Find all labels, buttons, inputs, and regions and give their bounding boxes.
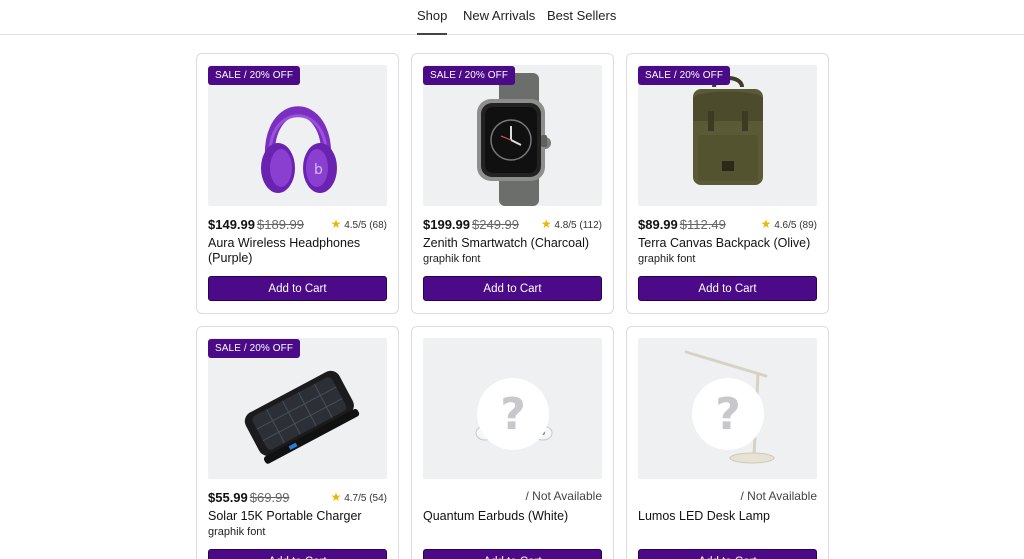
question-mark-icon: ? <box>477 378 549 450</box>
sale-badge: SALE / 20% OFF <box>208 339 301 358</box>
product-image <box>423 65 602 206</box>
price: $149.99 <box>208 217 255 232</box>
product-card[interactable]: ? / Not Available Lumos LED Desk Lamp Ad… <box>626 326 829 559</box>
old-price: $189.99 <box>257 217 304 232</box>
rating: ★ 4.7/5 (54) <box>331 490 387 504</box>
product-image: ? <box>638 338 817 479</box>
question-mark-icon: ? <box>692 378 764 450</box>
rating-text: 4.6/5 (89) <box>774 220 817 231</box>
product-card[interactable]: SALE / 20% OFF $89.99 $112.49 ★ 4.6/5 (89… <box>626 53 829 314</box>
price: $199.99 <box>423 217 470 232</box>
sale-badge: SALE / 20% OFF <box>208 66 301 85</box>
nav-tab-new-arrivals[interactable]: New Arrivals <box>463 8 535 35</box>
old-price: $69.99 <box>249 490 290 505</box>
price: $89.99 <box>638 217 678 232</box>
rating-text: 4.5/5 (68) <box>344 220 387 231</box>
price-row: $199.99 $249.99 ★ 4.8/5 (112) <box>423 216 602 232</box>
add-to-cart-button[interactable]: Add to Cart <box>208 549 387 559</box>
product-subtitle: graphik font <box>423 253 481 265</box>
product-name[interactable]: Aura Wireless Headphones (Purple) <box>208 236 387 266</box>
price-row: $89.99 $112.49 ★ 4.6/5 (89) <box>638 216 817 232</box>
availability-text: / Not Available <box>525 489 603 503</box>
old-price: $112.49 <box>679 217 726 232</box>
product-image: b <box>208 65 387 206</box>
backpack-icon <box>693 76 763 185</box>
product-image <box>638 65 817 206</box>
product-subtitle: graphik font <box>638 253 696 265</box>
rating: ★ 4.8/5 (112) <box>541 217 602 231</box>
price-row: $55.99 $69.99 ★ 4.7/5 (54) <box>208 489 387 505</box>
star-icon: ★ <box>330 490 342 504</box>
add-to-cart-button[interactable]: Add to Cart <box>423 276 602 301</box>
price: $55.99 <box>208 490 248 505</box>
price-row: $149.99 $189.99 ★ 4.5/5 (68) <box>208 216 387 232</box>
add-to-cart-button[interactable]: Add to Cart <box>638 276 817 301</box>
product-card[interactable]: b SALE / 20% OFF $149.99 $189.99 ★ 4.5/5 … <box>196 53 399 314</box>
product-name[interactable]: Zenith Smartwatch (Charcoal) <box>423 236 602 251</box>
product-name[interactable]: Solar 15K Portable Charger <box>208 509 387 524</box>
product-name[interactable]: Quantum Earbuds (White) <box>423 509 602 524</box>
product-subtitle: graphik font <box>208 526 266 538</box>
add-to-cart-button[interactable]: Add to Cart <box>208 276 387 301</box>
price-row: / Not Available <box>638 489 818 505</box>
add-to-cart-button[interactable]: Add to Cart <box>638 549 817 559</box>
product-image <box>208 338 387 479</box>
rating-text: 4.8/5 (112) <box>554 220 602 231</box>
rating: ★ 4.6/5 (89) <box>761 217 817 231</box>
old-price: $249.99 <box>472 217 519 232</box>
price-row: / Not Available <box>423 489 603 505</box>
headphones-icon: b <box>261 106 337 193</box>
power-bank-icon <box>244 370 360 464</box>
sale-badge: SALE / 20% OFF <box>638 66 731 85</box>
product-name[interactable]: Terra Canvas Backpack (Olive) <box>638 236 817 251</box>
nav-tab-shop[interactable]: Shop <box>417 8 448 35</box>
svg-text:b: b <box>314 162 323 178</box>
add-to-cart-button[interactable]: Add to Cart <box>423 549 602 559</box>
product-image: ? <box>423 338 602 479</box>
product-card[interactable]: ? / Not Available Quantum Earbuds (White… <box>411 326 614 559</box>
rating: ★ 4.5/5 (68) <box>331 217 387 231</box>
availability-text: / Not Available <box>740 489 818 503</box>
star-icon: ★ <box>760 217 772 231</box>
top-nav: Shop New Arrivals Best Sellers <box>0 0 1024 35</box>
product-name[interactable]: Lumos LED Desk Lamp <box>638 509 817 524</box>
product-card[interactable]: SALE / 20% OFF $199.99 $249.99 ★ 4.8/5 (1… <box>411 53 614 314</box>
star-icon: ★ <box>330 217 342 231</box>
product-card[interactable]: SALE / 20% OFF $55.99 $69.99 ★ 4.7/5 (54)… <box>196 326 399 559</box>
star-icon: ★ <box>540 217 552 231</box>
smartwatch-icon <box>477 73 551 206</box>
sale-badge: SALE / 20% OFF <box>423 66 516 85</box>
rating-text: 4.7/5 (54) <box>344 493 387 504</box>
nav-tab-best-sellers[interactable]: Best Sellers <box>547 8 616 35</box>
